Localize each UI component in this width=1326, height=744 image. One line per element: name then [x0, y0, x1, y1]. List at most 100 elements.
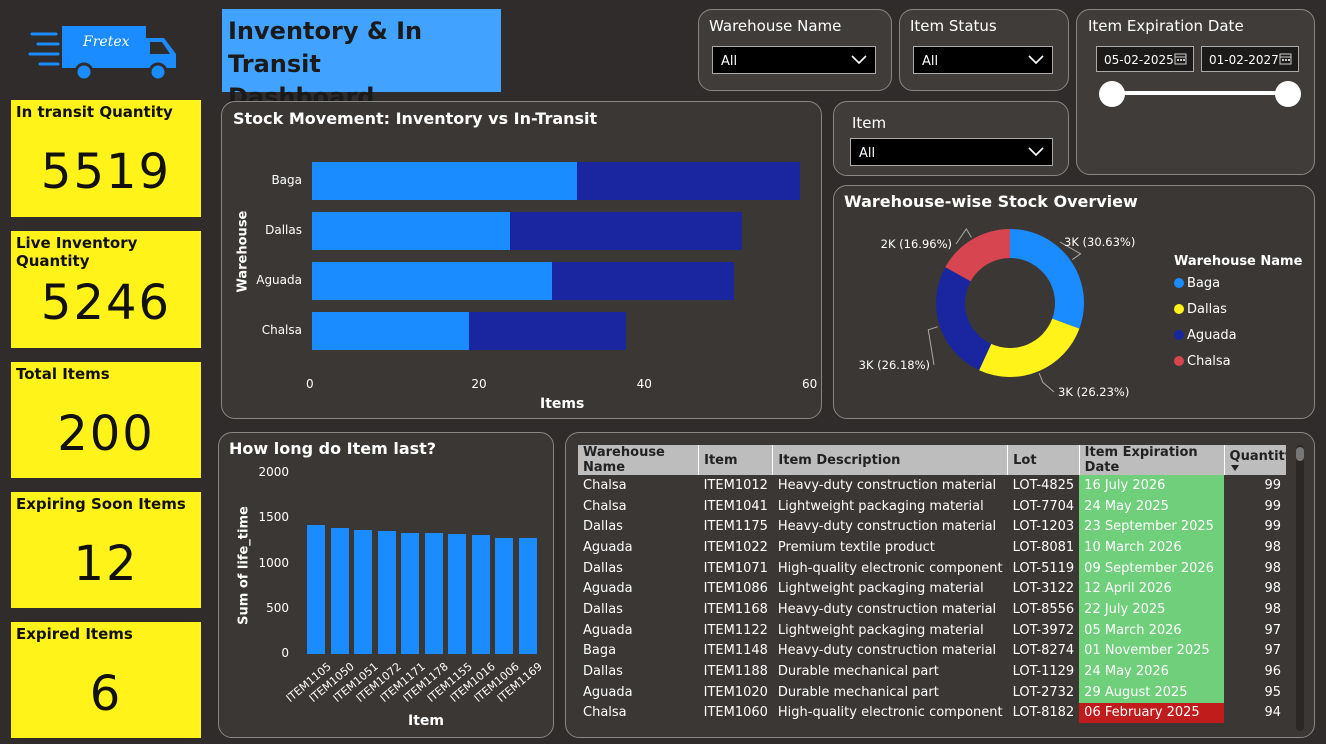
start-date-value: 05-02-2025	[1104, 53, 1174, 67]
lifetime-bar[interactable]	[448, 533, 466, 654]
table-row[interactable]: Aguada ITEM1020 Durable mechanical part LOT…	[578, 681, 1286, 703]
cell-lot: LOT-8081	[1012, 539, 1075, 555]
item-status-dropdown[interactable]: All	[913, 46, 1053, 74]
cell-quantity: 98	[1264, 601, 1281, 617]
sort-descending-icon	[1230, 465, 1239, 471]
table-row[interactable]: Dallas ITEM1175 Heavy-duty construction ma…	[578, 516, 1286, 538]
table-row[interactable]: Dallas ITEM1188 Durable mechanical part LOT…	[578, 661, 1286, 682]
lifetime-bar[interactable]	[401, 532, 419, 654]
legend-dot	[1174, 356, 1184, 366]
x-tick-label: 20	[471, 377, 487, 391]
chevron-down-icon	[851, 55, 867, 65]
bar-segment[interactable]	[312, 262, 552, 300]
kpi-value: 5519	[40, 144, 172, 200]
lifetime-bar[interactable]	[471, 535, 490, 654]
kpi-in-transit-quantity: In transit Quantity 5519	[11, 100, 201, 217]
cell-lot: LOT-8556	[1012, 601, 1075, 617]
cell-expiration-date: 12 April 2026	[1079, 578, 1225, 600]
table-scrollbar[interactable]	[1296, 445, 1304, 731]
cell-warehouse: Chalsa	[583, 705, 627, 721]
bar-segment[interactable]	[551, 262, 734, 300]
kpi-label: In transit Quantity	[16, 103, 173, 121]
table-row[interactable]: Dallas ITEM1071 High-quality electronic co…	[578, 557, 1286, 579]
table-row[interactable]: Chalsa ITEM1060 High-quality electronic co…	[578, 702, 1286, 724]
col-header-item[interactable]: Item	[698, 445, 774, 475]
legend-dot	[1174, 330, 1184, 340]
fretex-logo: Fretex	[28, 20, 180, 84]
table-row[interactable]: Aguada ITEM1022 Premium textile product LOT…	[578, 537, 1286, 558]
bar-segment[interactable]	[312, 212, 511, 250]
cell-item: ITEM1086	[703, 581, 768, 597]
lifetime-bar[interactable]	[424, 533, 443, 654]
lifetime-bar[interactable]	[377, 530, 396, 654]
item-status-slicer: Item Status All	[899, 9, 1069, 91]
cell-description: Heavy-duty construction material	[777, 643, 997, 659]
y-tick-label: Aguada	[256, 273, 302, 287]
cell-item: ITEM1020	[703, 684, 768, 700]
lifetime-bar[interactable]	[518, 538, 537, 654]
bar-segment[interactable]	[312, 312, 470, 350]
col-header-quantity[interactable]: Quantity	[1224, 445, 1286, 475]
lifetime-bar[interactable]	[495, 537, 513, 654]
table-scrollbar-thumb[interactable]	[1296, 447, 1304, 461]
end-date-value: 01-02-2027	[1209, 53, 1279, 67]
table-row[interactable]: Aguada ITEM1122 Lightweight packaging mate…	[578, 619, 1286, 641]
cell-item: ITEM1012	[703, 477, 768, 493]
kpi-value: 12	[73, 536, 139, 592]
cell-expiration-date: 22 July 2025	[1079, 599, 1225, 620]
cell-description: Heavy-duty construction material	[777, 519, 997, 535]
bar-segment[interactable]	[576, 162, 800, 200]
bar-segment[interactable]	[469, 312, 627, 350]
y-tick-label: 0	[281, 646, 289, 660]
legend-label: Baga	[1187, 276, 1221, 291]
cell-lot: LOT-8274	[1012, 643, 1075, 659]
inventory-table-wrap: Warehouse Name Item Item Description Lot…	[578, 445, 1286, 731]
donut-slice[interactable]	[979, 318, 1080, 377]
lifetime-bar[interactable]	[354, 530, 372, 654]
donut-slice[interactable]	[936, 267, 992, 371]
donut-data-label: 3K (26.23%)	[1058, 385, 1129, 399]
cell-description: Heavy-duty construction material	[777, 477, 997, 493]
cell-expiration-date: 23 September 2025	[1079, 516, 1225, 538]
date-range-start-handle[interactable]	[1099, 81, 1125, 107]
col-header-expiration[interactable]: Item Expiration Date	[1079, 445, 1225, 475]
cell-warehouse: Dallas	[583, 560, 623, 576]
warehouse-stock-overview-chart: Warehouse-wise Stock Overview 3K (30.63%…	[833, 185, 1315, 419]
cell-lot: LOT-7704	[1012, 498, 1075, 514]
legend-item[interactable]: Dallas	[1174, 302, 1227, 317]
table-row[interactable]: Chalsa ITEM1012 Heavy-duty construction ma…	[578, 475, 1286, 496]
donut-data-label: 2K (16.96%)	[881, 237, 952, 251]
date-range-end-handle[interactable]	[1275, 81, 1301, 107]
start-date-input[interactable]: 05-02-2025	[1096, 46, 1194, 72]
cell-warehouse: Aguada	[583, 539, 633, 555]
kpi-label: Live Inventory Quantity	[16, 234, 138, 270]
end-date-input[interactable]: 01-02-2027	[1201, 46, 1299, 72]
lifetime-bar[interactable]	[330, 527, 349, 654]
table-row[interactable]: Aguada ITEM1086 Lightweight packaging mate…	[578, 578, 1286, 600]
col-header-lot[interactable]: Lot	[1007, 445, 1080, 475]
table-row[interactable]: Dallas ITEM1168 Heavy-duty construction ma…	[578, 599, 1286, 620]
legend-item[interactable]: Baga	[1174, 276, 1220, 291]
cell-item: ITEM1071	[703, 560, 768, 576]
warehouse-dropdown[interactable]: All	[712, 46, 876, 74]
x-tick-label: 0	[306, 377, 314, 391]
bar-segment[interactable]	[510, 212, 742, 250]
table-row[interactable]: Chalsa ITEM1041 Lightweight packaging mate…	[578, 495, 1286, 517]
item-dropdown[interactable]: All	[850, 138, 1053, 166]
lifetime-bar[interactable]	[307, 525, 325, 654]
cell-lot: LOT-1129	[1012, 664, 1075, 680]
legend-item[interactable]: Aguada	[1174, 328, 1237, 343]
col-header-description[interactable]: Item Description	[772, 445, 1009, 475]
donut-plot: 3K (30.63%) 3K (26.23%) 3K (26.18%) 2K (16.…	[859, 227, 1135, 399]
table-row[interactable]: Baga ITEM1148 Heavy-duty construction mate…	[578, 640, 1286, 662]
col-header-warehouse[interactable]: Warehouse Name	[578, 445, 700, 475]
donut-data-label: 3K (26.18%)	[859, 358, 930, 372]
legend-label: Aguada	[1187, 328, 1237, 343]
kpi-expired-items: Expired Items 6	[11, 622, 201, 738]
cell-warehouse: Baga	[583, 643, 617, 659]
cell-lot: LOT-2732	[1012, 684, 1075, 700]
expiration-date-slicer-label: Item Expiration Date	[1088, 17, 1244, 35]
bar-segment[interactable]	[312, 162, 577, 200]
legend-item[interactable]: Chalsa	[1174, 354, 1231, 369]
kpi-value: 5246	[40, 275, 172, 331]
